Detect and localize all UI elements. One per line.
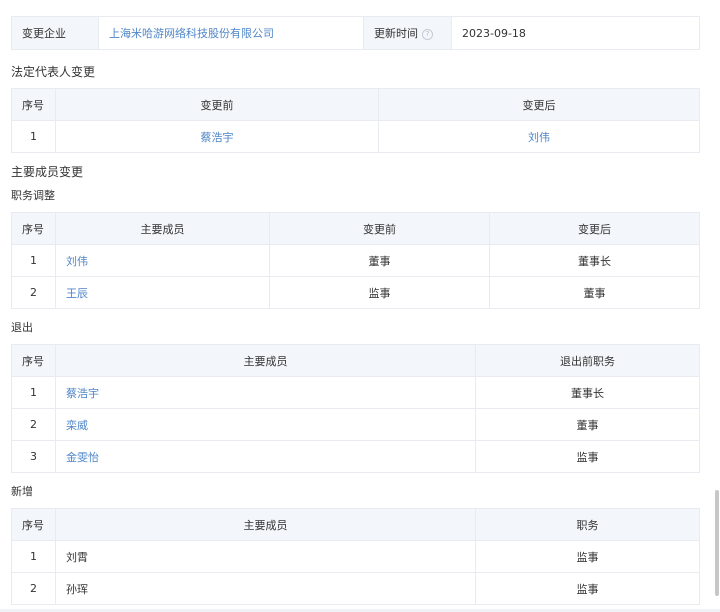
role-after: 董事长: [489, 244, 700, 277]
member-link[interactable]: 蔡浩宇: [55, 376, 476, 409]
member-link[interactable]: 金雯怡: [55, 440, 476, 473]
col-header: 变更后: [489, 212, 700, 245]
table-header-row: 序号 主要成员 退出前职务: [11, 344, 700, 377]
table-header-row: 序号 变更前 变更后: [11, 88, 700, 121]
role-after: 董事: [489, 276, 700, 309]
member-link[interactable]: 栾威: [55, 408, 476, 441]
col-header: 变更前: [55, 88, 379, 121]
adjust-subtitle: 职务调整: [11, 189, 55, 202]
member-link[interactable]: 王辰: [55, 276, 270, 309]
add-subtitle: 新增: [11, 485, 33, 498]
row-index: 2: [11, 408, 56, 441]
col-header: 序号: [11, 508, 56, 541]
col-header: 序号: [11, 212, 56, 245]
member-role: 监事: [475, 572, 700, 605]
members-section-title: 主要成员变更: [11, 165, 84, 179]
row-index: 1: [11, 540, 56, 573]
table-row: 3 金雯怡 监事: [11, 440, 700, 473]
legal-rep-section-title: 法定代表人变更: [11, 65, 96, 79]
row-index: 1: [11, 376, 56, 409]
vertical-scrollbar[interactable]: [715, 490, 719, 596]
row-index: 2: [11, 572, 56, 605]
company-label: 变更企业: [11, 16, 99, 50]
exit-table: 序号 主要成员 退出前职务 1 蔡浩宇 董事长 2 栾威 董事 3 金雯怡 监事: [11, 344, 700, 473]
update-time-label-cell: 更新时间?: [363, 16, 452, 50]
col-header: 主要成员: [55, 344, 476, 377]
col-header: 主要成员: [55, 508, 476, 541]
member-link[interactable]: 刘伟: [55, 244, 270, 277]
change-record-panel: 变更企业 上海米哈游网络科技股份有限公司 更新时间? 2023-09-18 法定…: [11, 16, 700, 605]
col-header: 序号: [11, 344, 56, 377]
col-header: 职务: [475, 508, 700, 541]
role-before-exit: 董事长: [475, 376, 700, 409]
table-header-row: 序号 主要成员 变更前 变更后: [11, 212, 700, 245]
col-header: 变更后: [378, 88, 700, 121]
role-before-exit: 董事: [475, 408, 700, 441]
change-info-row: 变更企业 上海米哈游网络科技股份有限公司 更新时间? 2023-09-18: [11, 16, 700, 50]
change-info-table: 变更企业 上海米哈游网络科技股份有限公司 更新时间? 2023-09-18: [11, 16, 700, 50]
row-index: 1: [11, 120, 56, 153]
position-adjust-table: 序号 主要成员 变更前 变更后 1 刘伟 董事 董事长 2 王辰 监事 董事: [11, 212, 700, 309]
col-header: 序号: [11, 88, 56, 121]
table-row: 2 栾威 董事: [11, 408, 700, 441]
table-row: 2 孙珲 监事: [11, 572, 700, 605]
member-role: 监事: [475, 540, 700, 573]
table-row: 1 蔡浩宇 董事长: [11, 376, 700, 409]
role-before: 董事: [269, 244, 490, 277]
col-header: 退出前职务: [475, 344, 700, 377]
col-header: 主要成员: [55, 212, 270, 245]
exit-subtitle: 退出: [11, 321, 33, 334]
table-row: 1 刘伟 董事 董事长: [11, 244, 700, 277]
row-index: 2: [11, 276, 56, 309]
update-time-value: 2023-09-18: [451, 16, 700, 50]
update-time-label: 更新时间: [374, 27, 418, 40]
company-link[interactable]: 上海米哈游网络科技股份有限公司: [98, 16, 364, 50]
added-members-table: 序号 主要成员 职务 1 刘霄 监事 2 孙珲 监事: [11, 508, 700, 605]
table-row: 1 蔡浩宇 刘伟: [11, 120, 700, 153]
table-row: 1 刘霄 监事: [11, 540, 700, 573]
row-index: 3: [11, 440, 56, 473]
role-before-exit: 监事: [475, 440, 700, 473]
role-before: 监事: [269, 276, 490, 309]
row-index: 1: [11, 244, 56, 277]
table-header-row: 序号 主要成员 职务: [11, 508, 700, 541]
col-header: 变更前: [269, 212, 490, 245]
member-name: 孙珲: [55, 572, 476, 605]
person-link[interactable]: 蔡浩宇: [55, 120, 379, 153]
member-name: 刘霄: [55, 540, 476, 573]
help-circle-icon[interactable]: ?: [422, 28, 433, 40]
person-link[interactable]: 刘伟: [378, 120, 700, 153]
legal-rep-table: 序号 变更前 变更后 1 蔡浩宇 刘伟: [11, 88, 700, 153]
table-row: 2 王辰 监事 董事: [11, 276, 700, 309]
